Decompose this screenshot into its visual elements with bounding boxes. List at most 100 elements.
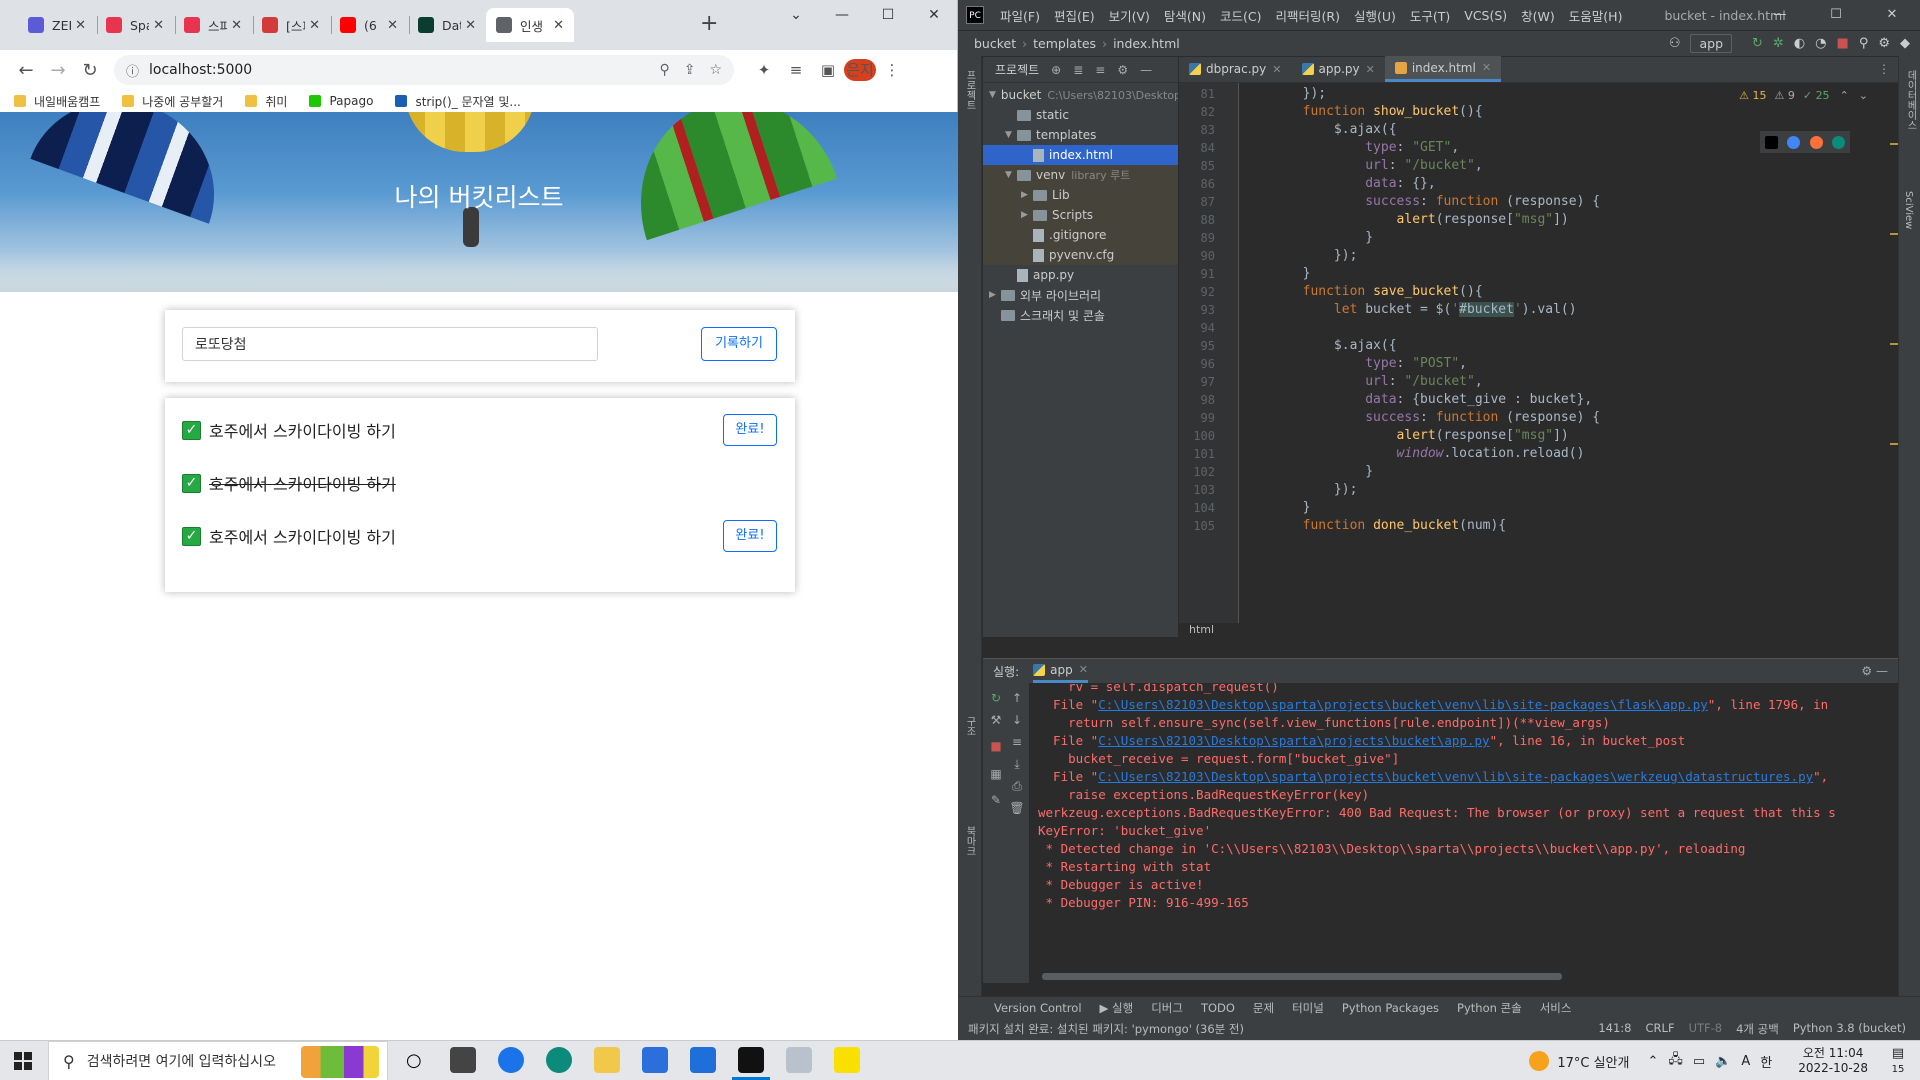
- pin-icon[interactable]: ✎: [986, 793, 1006, 807]
- menu-item[interactable]: 리팩터링(R): [1276, 6, 1340, 25]
- console-line[interactable]: raise exceptions.BadRequestKeyError(key): [1038, 787, 1369, 802]
- weather-widget[interactable]: 17°C 실안개: [1529, 1051, 1629, 1071]
- trash-icon[interactable]: 🗑: [1007, 801, 1027, 815]
- tree-item[interactable]: ▼ templates: [983, 125, 1178, 145]
- store-icon[interactable]: [642, 1047, 668, 1073]
- code-line[interactable]: });: [1240, 248, 1358, 263]
- tree-item[interactable]: .gitignore: [983, 225, 1178, 245]
- tool-window-button[interactable]: 서비스: [1540, 1000, 1572, 1016]
- stop-icon[interactable]: ■: [986, 739, 1006, 753]
- status-item[interactable]: Python 3.8 (bucket): [1793, 1021, 1906, 1037]
- inspection-widget[interactable]: ⚠ 15 ⚠ 9 ✓ 25 ⌃ ⌄: [1731, 89, 1868, 102]
- sciview-tool-label[interactable]: SciView: [1903, 191, 1914, 229]
- taskbar-search[interactable]: ⚲ 검색하려면 여기에 입력하십시오: [48, 1041, 388, 1080]
- gear-icon[interactable]: ⚙: [1117, 63, 1128, 77]
- close-icon[interactable]: ✕: [75, 18, 86, 33]
- browser-tab[interactable]: 인생 ✕: [486, 8, 574, 42]
- console-line[interactable]: werkzeug.exceptions.BadRequestKeyError: …: [1038, 805, 1836, 820]
- code-line[interactable]: }: [1240, 464, 1373, 479]
- font-icon[interactable]: A: [1741, 1054, 1750, 1069]
- extensions-icon[interactable]: ✦: [748, 61, 780, 79]
- code-line[interactable]: type: "POST",: [1240, 356, 1467, 371]
- menu-item[interactable]: 보기(V): [1109, 6, 1150, 25]
- file-link[interactable]: C:\Users\82103\Desktop\sparta\projects\b…: [1098, 733, 1489, 748]
- bookmark-item[interactable]: 나중에 공부할거: [122, 93, 223, 110]
- chevron-icon[interactable]: ▶: [989, 290, 1001, 300]
- close-window-button[interactable]: ✕: [911, 0, 957, 32]
- console-line[interactable]: * Debugger is active!: [1038, 877, 1204, 892]
- network-icon[interactable]: 🖧: [1668, 1050, 1683, 1072]
- console-line[interactable]: * Detected change in 'C:\\Users\\82103\\…: [1038, 841, 1746, 856]
- console-hscroll[interactable]: [1030, 973, 1898, 981]
- close-icon[interactable]: ✕: [465, 18, 476, 33]
- editor-scrollbar[interactable]: [1890, 143, 1898, 613]
- star-icon[interactable]: ☆: [709, 62, 722, 78]
- close-icon[interactable]: ✕: [387, 18, 398, 33]
- breadcrumb-item[interactable]: templates: [1033, 36, 1096, 51]
- bookmarks-tool-label[interactable]: 북마크: [962, 826, 977, 856]
- browser-tab[interactable]: [스파르 ✕: [252, 8, 330, 42]
- record-button[interactable]: 기록하기: [701, 327, 777, 361]
- console-line[interactable]: bucket_receive = request.form["bucket_gi…: [1038, 751, 1399, 766]
- tool-window-button[interactable]: Python Packages: [1342, 1001, 1439, 1015]
- debug-icon[interactable]: ✲: [1773, 36, 1784, 51]
- file-link[interactable]: C:\Users\82103\Desktop\sparta\projects\b…: [1098, 769, 1813, 784]
- rerun-icon[interactable]: ↻: [1752, 36, 1763, 51]
- profile-icon[interactable]: ◔: [1815, 36, 1826, 51]
- rerun-icon[interactable]: ↻: [986, 691, 1006, 705]
- editor-tab[interactable]: app.py ✕: [1292, 56, 1385, 82]
- stop-icon[interactable]: ■: [1837, 36, 1849, 51]
- close-icon[interactable]: ✕: [553, 18, 564, 33]
- tool-window-button[interactable]: Python 콘솔: [1457, 1000, 1522, 1016]
- console-line[interactable]: File "C:\Users\82103\Desktop\sparta\proj…: [1038, 769, 1828, 784]
- chrome-preview-icon[interactable]: [1787, 135, 1801, 149]
- volume-icon[interactable]: 🔈: [1715, 1054, 1731, 1069]
- clock[interactable]: 오전 11:04 2022-10-28: [1798, 1046, 1868, 1076]
- layout-icon[interactable]: ▦: [986, 767, 1006, 781]
- code-line[interactable]: });: [1240, 482, 1358, 497]
- print-icon[interactable]: ⎙: [1007, 779, 1027, 794]
- code-line[interactable]: });: [1240, 86, 1326, 101]
- close-icon[interactable]: ✕: [231, 18, 242, 33]
- maximize-button[interactable]: ☐: [865, 0, 911, 32]
- code-line[interactable]: window.location.reload(): [1240, 446, 1585, 461]
- minimize-button[interactable]: —: [1752, 0, 1808, 30]
- file-explorer-icon[interactable]: [594, 1047, 620, 1073]
- menu-item[interactable]: 편집(E): [1054, 6, 1095, 25]
- menu-item[interactable]: VCS(S): [1464, 8, 1507, 23]
- pycharm-icon[interactable]: [732, 1047, 770, 1080]
- chevron-icon[interactable]: ▶: [1021, 190, 1033, 200]
- close-icon[interactable]: ✕: [309, 18, 320, 33]
- chevron-icon[interactable]: ▼: [989, 90, 996, 100]
- tree-item[interactable]: ▶ 외부 라이브러리: [983, 285, 1178, 305]
- code-line[interactable]: success: function (response) {: [1240, 194, 1600, 209]
- chevron-icon[interactable]: ▼: [1005, 130, 1017, 140]
- weak-warning-count[interactable]: ⚠ 9: [1774, 89, 1794, 102]
- tree-item[interactable]: 스크래치 및 콘솔: [983, 305, 1178, 325]
- tree-item[interactable]: pyvenv.cfg: [983, 245, 1178, 265]
- code-line[interactable]: function save_bucket(){: [1240, 284, 1483, 299]
- menu-item[interactable]: 도움말(H): [1569, 6, 1623, 25]
- zoom-icon[interactable]: ⚲: [659, 62, 669, 78]
- kakaotalk-icon[interactable]: [834, 1047, 860, 1073]
- code-line[interactable]: let bucket = $('#bucket').val(): [1240, 302, 1577, 317]
- code-line[interactable]: data: {bucket_give : bucket},: [1240, 392, 1592, 407]
- tree-item[interactable]: ▼ bucket C:\Users\82103\Desktop\: [983, 85, 1178, 105]
- mail-icon[interactable]: [690, 1047, 716, 1073]
- bucket-input[interactable]: [182, 327, 598, 361]
- windows-start-icon[interactable]: [14, 1052, 32, 1070]
- code-line[interactable]: $.ajax({: [1240, 338, 1397, 353]
- url-text[interactable]: localhost:5000: [149, 62, 645, 78]
- cortana-icon[interactable]: ○: [406, 1050, 422, 1071]
- console-output[interactable]: * Debugger PIN: 916-499-165 * Debugger i…: [1030, 683, 1898, 983]
- status-item[interactable]: CRLF: [1646, 1021, 1675, 1037]
- code-line[interactable]: alert(response["msg"]): [1240, 428, 1569, 443]
- browser-tab[interactable]: Data ✕: [408, 8, 486, 42]
- project-tool-label[interactable]: 프로젝트: [962, 70, 977, 110]
- breadcrumb-item[interactable]: index.html: [1113, 36, 1180, 51]
- firefox-preview-icon[interactable]: [1809, 135, 1823, 149]
- done-button[interactable]: 완료!: [723, 414, 777, 446]
- jetbrains-icon[interactable]: ◆: [1900, 36, 1910, 51]
- code-line[interactable]: $.ajax({: [1240, 122, 1397, 137]
- tool-window-button[interactable]: 문제: [1253, 1000, 1274, 1016]
